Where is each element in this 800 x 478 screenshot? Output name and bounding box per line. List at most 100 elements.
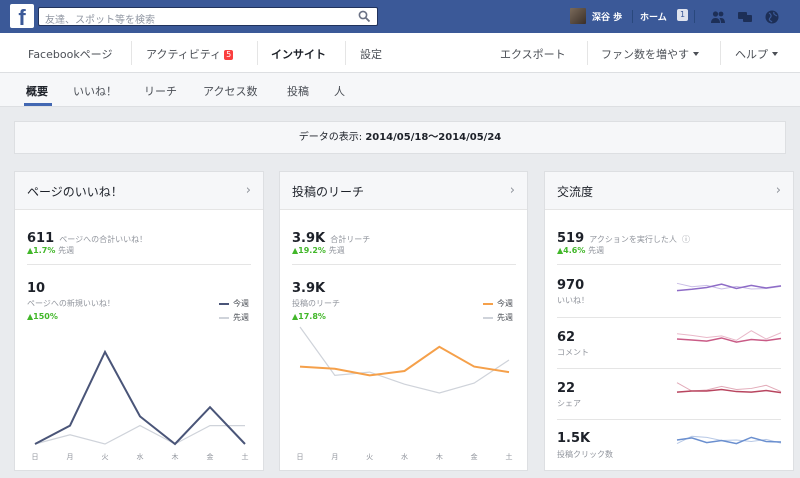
friend-requests-icon[interactable] [710,9,726,25]
divider [557,368,781,369]
top-bar: f 深谷 歩 ホーム 1 [0,0,800,34]
facebook-logo[interactable]: f [10,4,34,28]
divider [587,41,588,65]
engaged-users-label: アクションを実行した人 [589,235,677,244]
comments-sparkline [676,330,782,343]
legend-swatch [483,316,493,319]
info-icon[interactable]: ⓘ [682,235,690,244]
activity-badge: 5 [224,50,234,60]
avatar[interactable] [570,8,586,24]
post-reach-card: 投稿のリーチ › 3.9K 合計リーチ ▲19.2% 先週 3.9K 投稿のリー… [279,171,528,471]
engaged-users-value: 519 [557,231,585,246]
total-likes-block: 611 ページへの合計いいね！ [27,227,147,246]
chevron-right-icon[interactable]: › [246,183,251,198]
series-line-last-week [299,326,510,394]
eng-comments-label: コメント [557,348,589,357]
divider [131,41,132,65]
eng-clicks-value: 1.5K [557,431,591,446]
home-link[interactable]: ホーム [640,10,667,23]
divider [694,10,695,23]
subtab-overview[interactable]: 概要 [26,83,48,99]
tab-settings[interactable]: 設定 [360,46,382,62]
day-tick-label: 木 [171,453,179,461]
messages-icon[interactable] [737,9,753,25]
page-likes-card: ページのいいね！ › 611 ページへの合計いいね！ ▲1.7% 先週 10 ペ… [14,171,264,471]
likes-sparkline [676,282,782,292]
divider [557,317,781,318]
total-likes-change: ▲1.7% 先週 [27,246,75,255]
shares-sparkline [676,382,782,394]
search-box [38,7,378,28]
legend-swatch [483,302,493,305]
divider [557,264,781,265]
divider [27,264,251,265]
subtab-likes[interactable]: いいね！ [73,83,117,99]
help-dropdown[interactable]: ヘルプ [735,46,778,62]
notifications-globe-icon[interactable] [764,9,780,25]
new-likes-change: ▲150% [27,312,58,321]
export-button[interactable]: エクスポート [500,46,566,62]
divider [720,41,721,65]
subtab-visits[interactable]: アクセス数 [203,83,257,99]
date-range-prefix: データの表示: [298,132,363,143]
legend-swatch [219,302,229,305]
home-count-badge: 1 [677,9,689,21]
eng-shares-label: シェア [557,399,581,408]
card-title: 投稿のリーチ [292,185,365,199]
tab-insights[interactable]: インサイト [271,46,326,62]
day-tick-label: 水 [136,453,144,461]
search-icon[interactable] [358,10,371,23]
divider [632,10,633,23]
divider [257,41,258,65]
legend-this-week: 今週 [483,298,513,309]
day-tick-label: 日 [296,453,304,461]
subtab-posts[interactable]: 投稿 [287,83,309,99]
day-tick-label: 火 [101,453,109,461]
series-line-this-week [34,349,246,446]
subtab-people[interactable]: 人 [334,83,345,99]
subtab-reach[interactable]: リーチ [144,83,177,99]
clicks-sparkline [676,435,782,445]
sparkline-last-week [676,330,782,341]
eng-shares-value: 22 [557,381,576,396]
engagement-card: 交流度 › 519 アクションを実行した人 ⓘ ▲4.6% 先週 970 いいね… [544,171,794,471]
day-tick-label: 水 [401,453,408,461]
total-reach-block: 3.9K 合計リーチ [292,227,370,246]
new-likes-value: 10 [27,281,46,296]
chevron-right-icon[interactable]: › [776,183,781,198]
day-tick-label: 月 [331,453,339,461]
grow-fans-dropdown[interactable]: ファン数を増やす [601,46,699,62]
sparkline-this-week [676,388,782,394]
legend-swatch [219,316,229,319]
user-name-link[interactable]: 深谷 歩 [592,10,622,23]
total-reach-value: 3.9K [292,231,326,246]
day-tick-label: 金 [470,453,478,461]
day-tick-label: 日 [31,453,39,461]
day-tick-label: 木 [435,453,443,461]
post-reach-header[interactable]: 投稿のリーチ › [280,172,527,210]
new-likes-chart [34,349,246,446]
page-nav: Facebookページ アクティビティ 5 インサイト 設定 エクスポート ファン… [0,33,800,73]
day-tick-label: 月 [66,453,74,461]
date-range-value: 2014/05/18〜2014/05/24 [365,132,502,143]
day-axis: 日月火水木金土 [280,452,527,462]
active-tab-indicator [24,103,52,106]
engagement-header[interactable]: 交流度 › [545,172,793,210]
total-likes-value: 611 [27,231,55,246]
day-tick-label: 土 [505,453,513,461]
chevron-down-icon [772,52,778,56]
total-reach-label: 合計リーチ [330,235,371,244]
chevron-down-icon [693,52,699,56]
new-likes-label: ページへの新規いいね！ [27,299,115,308]
tab-activity[interactable]: アクティビティ 5 [146,46,234,62]
page-likes-header[interactable]: ページのいいね！ › [15,172,263,210]
search-input[interactable] [45,13,355,28]
chevron-right-icon[interactable]: › [510,183,515,198]
post-reach-label: 投稿のリーチ [292,299,340,308]
post-reach-value: 3.9K [292,281,326,296]
eng-likes-value: 970 [557,278,585,293]
tab-facebook-page[interactable]: Facebookページ [28,46,112,62]
card-title: 交流度 [557,185,594,199]
day-tick-label: 土 [241,453,249,461]
eng-likes-label: いいね！ [557,296,589,305]
